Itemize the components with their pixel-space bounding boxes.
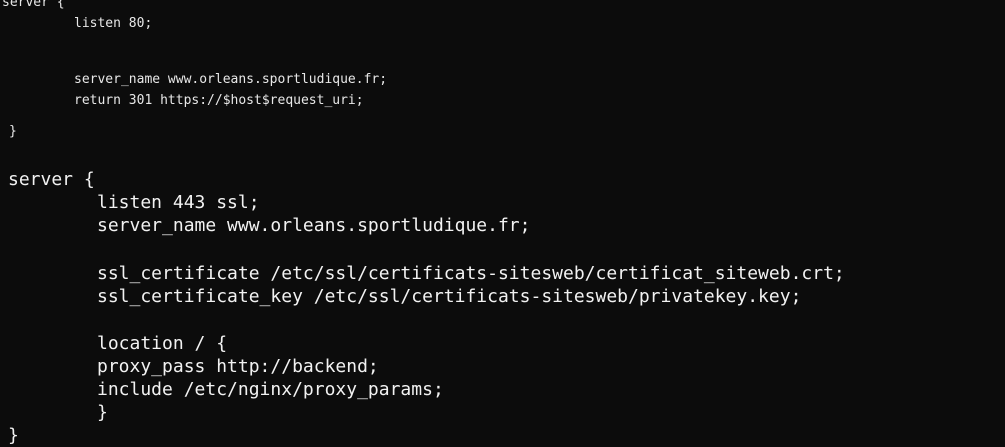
code-line: listen 443 ssl; (97, 192, 260, 213)
code-line: include /etc/nginx/proxy_params; (97, 379, 444, 400)
code-line: location / { (97, 333, 228, 354)
code-line: } (8, 425, 19, 446)
code-line: ssl_certificate_key /etc/ssl/certificats… (97, 286, 802, 307)
code-line: ssl_certificate /etc/ssl/certificats-sit… (97, 263, 845, 284)
code-line: proxy_pass http://backend; (97, 356, 379, 377)
terminal-window[interactable]: server { listen 80; server_name www.orle… (0, 0, 1005, 447)
code-line: server_name www.orleans.sportludique.fr; (97, 215, 531, 236)
code-line: server { (2, 0, 65, 10)
code-line: return 301 https://$host$request_uri; (74, 93, 364, 108)
code-line: listen 80; (74, 16, 153, 31)
code-line: server { (8, 169, 95, 190)
code-line: server_name www.orleans.sportludique.fr; (74, 72, 388, 87)
code-line: } (97, 402, 108, 423)
code-line: } (9, 124, 17, 139)
